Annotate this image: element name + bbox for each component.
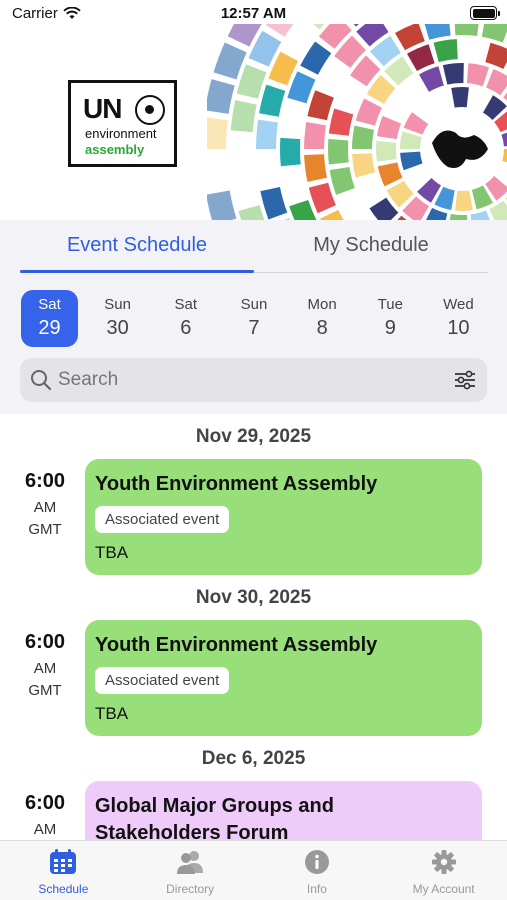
logo-environment-text: environment — [85, 126, 157, 141]
filter-icon[interactable] — [454, 370, 476, 390]
logo-un-text: UN — [83, 93, 122, 124]
tab-info-label: Info — [306, 882, 327, 896]
date-header-nov-29: Nov 29, 2025 — [195, 426, 312, 447]
day-sun-7[interactable]: Sun 7 — [225, 290, 282, 347]
bottom-tab-bar: Schedule Directory Info My Account — [0, 840, 507, 900]
event-time: 6:00 AM GMT — [24, 631, 66, 699]
tab-directory[interactable]: Directory — [127, 841, 254, 900]
date-header-nov-30: Nov 30, 2025 — [195, 587, 312, 608]
event-location: TBA — [95, 543, 129, 562]
tab-selected-indicator — [20, 270, 254, 273]
day-tue-9[interactable]: Tue 9 — [362, 290, 419, 347]
tab-info[interactable]: Info — [254, 841, 381, 900]
event-title: Global Major Groups and Stakeholders For… — [95, 795, 334, 840]
event-card[interactable]: Youth Environment Assembly Associated ev… — [85, 620, 482, 736]
calendar-icon — [50, 849, 77, 874]
event-card[interactable]: Global Major Groups and Stakeholders For… — [85, 781, 482, 840]
event-list: Nov 29, 2025 6:00 AM GMT Youth Environmen… — [0, 414, 507, 840]
day-sun-30[interactable]: Sun 30 — [89, 290, 146, 347]
day-picker: Sat 29 Sun 30 Sat 6 Sun 7 Mon 8 Tue 9 Wed 10 — [21, 290, 487, 347]
header-artwork — [207, 24, 507, 220]
tab-directory-label: Directory — [166, 882, 215, 896]
event-type-badge: Associated event — [95, 667, 230, 694]
event-title: Youth Environment Assembly — [95, 473, 378, 495]
logo-assembly-text: assembly — [85, 142, 145, 157]
tab-event-schedule[interactable]: Event Schedule — [20, 234, 254, 257]
day-sat-6[interactable]: Sat 6 — [157, 290, 214, 347]
unep-logo: UN environment assembly — [68, 80, 177, 167]
day-mon-8[interactable]: Mon 8 — [294, 290, 351, 347]
day-wed-10[interactable]: Wed 10 — [430, 290, 487, 347]
battery-icon — [470, 6, 500, 20]
tab-schedule[interactable]: Schedule — [0, 841, 127, 900]
tab-schedule-label: Schedule — [38, 882, 89, 896]
schedule-controls: Event Schedule My Schedule Sat 29 Sun 30 S… — [0, 220, 507, 414]
event-time: 6:00 AM GMT — [24, 470, 66, 538]
tab-my-account[interactable]: My Account — [380, 841, 507, 900]
header-banner: UN environment assembly — [0, 24, 507, 220]
search-placeholder: Search — [58, 369, 119, 390]
event-title: Youth Environment Assembly — [95, 634, 378, 656]
search-icon — [31, 370, 52, 391]
event-time: 6:00 AM — [24, 792, 66, 838]
event-card[interactable]: Youth Environment Assembly Associated ev… — [85, 459, 482, 575]
people-icon — [177, 851, 204, 874]
event-type-badge: Associated event — [95, 506, 230, 533]
day-sat-29[interactable]: Sat 29 — [21, 290, 78, 347]
date-header-dec-6: Dec 6, 2025 — [201, 748, 306, 769]
info-icon — [304, 850, 329, 874]
tab-my-schedule[interactable]: My Schedule — [254, 234, 488, 257]
un-emblem-icon — [135, 95, 165, 125]
search-bar[interactable]: Search — [20, 358, 487, 402]
tab-my-account-label: My Account — [412, 882, 475, 896]
gear-icon — [431, 850, 456, 874]
status-time: 12:57 AM — [220, 5, 287, 22]
event-location: TBA — [95, 704, 129, 723]
